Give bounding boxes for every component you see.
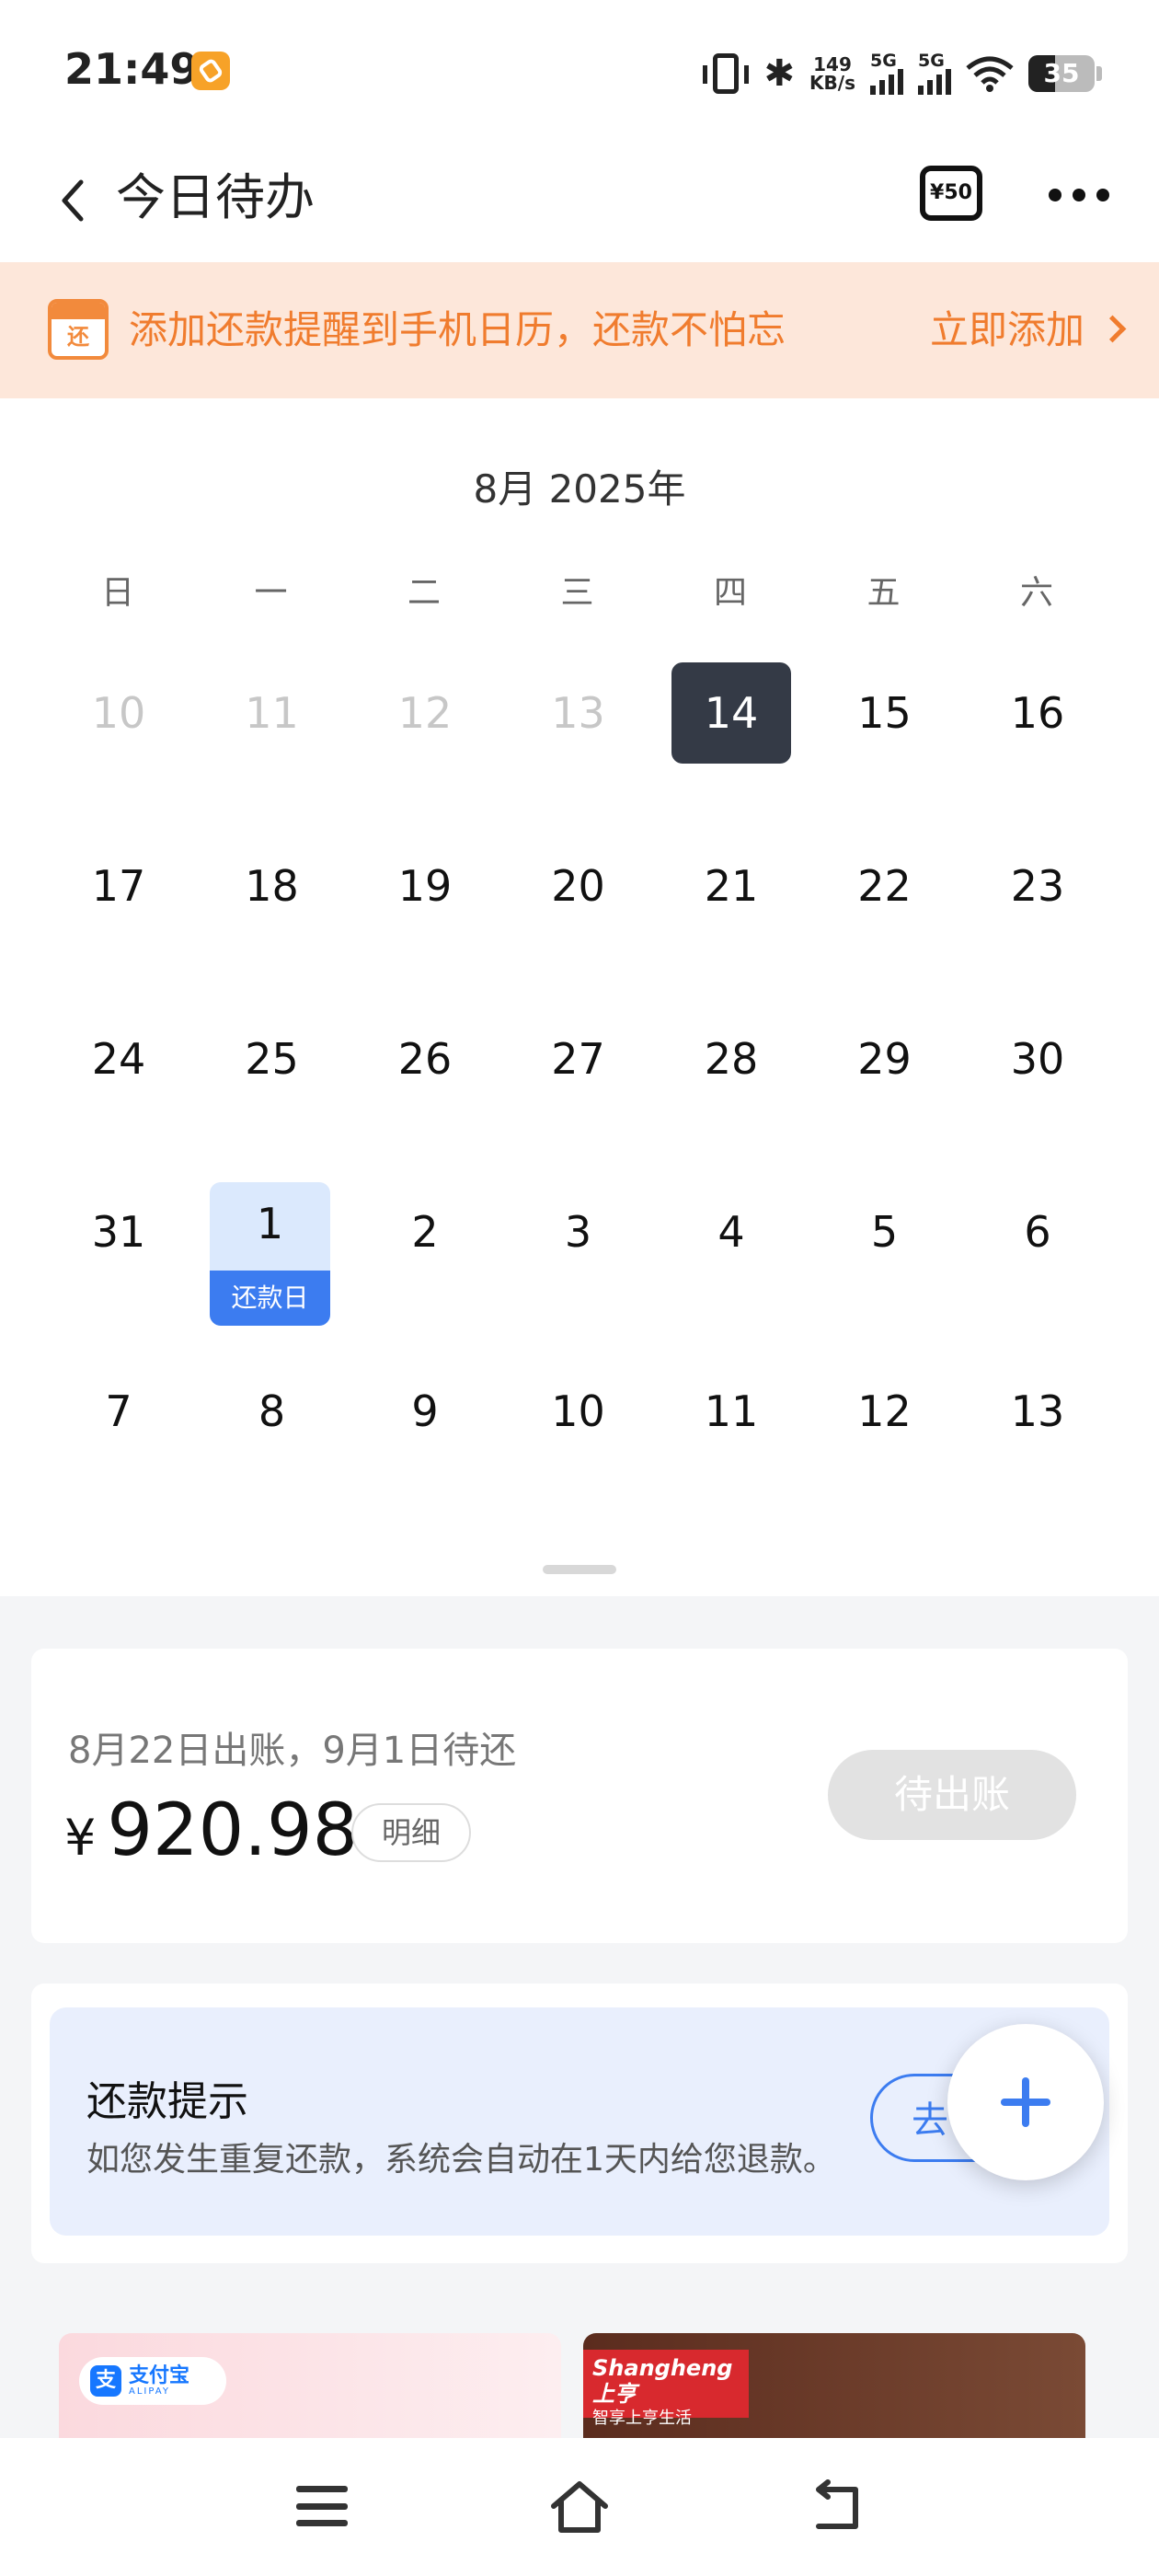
add-fab-button[interactable] <box>947 2024 1104 2180</box>
calendar-day[interactable]: 12 <box>825 1361 945 1462</box>
calendar-day: 11 <box>245 688 299 738</box>
system-nav-bar <box>0 2438 1159 2576</box>
alipay-logo: 支 支付宝 ALIPAY <box>79 2357 226 2405</box>
shangheng-logo: Shangheng上亨 智享上亨生活 <box>583 2350 749 2428</box>
weekday-header: 日 <box>100 574 134 612</box>
calendar-day[interactable]: 26 <box>365 1008 485 1110</box>
calendar-day[interactable]: 30 <box>978 1008 1097 1110</box>
calendar-day[interactable]: 21 <box>671 835 791 937</box>
page-title: 今日待办 <box>116 168 315 226</box>
calendar: 8月 2025年 日一二三四五六 10 11 12 13 14 15 16 17 18 19 20 2… <box>0 398 1159 1596</box>
calendar-day[interactable]: 24 <box>59 1008 178 1110</box>
vibrate-icon <box>702 53 749 94</box>
home-icon[interactable] <box>548 2475 611 2537</box>
chevron-right-icon <box>1098 315 1127 343</box>
calendar-day[interactable]: 4 <box>671 1181 791 1282</box>
weekday-header: 五 <box>866 574 901 612</box>
calendar-reminder-banner[interactable]: 还 添加还款提醒到手机日历，还款不怕忘 立即添加 <box>0 262 1159 398</box>
due-day-tag: 还款日 <box>210 1271 330 1326</box>
signal-icon: 5G <box>918 52 951 95</box>
more-icon[interactable] <box>1049 189 1109 201</box>
amount-value: 920.98 <box>107 1789 359 1872</box>
drag-handle[interactable] <box>543 1565 616 1574</box>
weekday-header: 四 <box>713 574 747 612</box>
calendar-badge-text: 还 <box>67 324 89 350</box>
weekday-header: 一 <box>254 574 288 612</box>
add-now-button[interactable]: 立即添加 <box>929 303 1127 358</box>
calendar-day[interactable]: 22 <box>825 835 945 937</box>
calendar-day[interactable]: 10 <box>519 1361 638 1462</box>
calendar-day[interactable]: 17 <box>59 835 178 937</box>
calendar-day[interactable]: 13 <box>978 1361 1097 1462</box>
calendar-day[interactable]: 6 <box>978 1181 1097 1282</box>
app-notification-icon <box>191 52 230 90</box>
calendar-day[interactable]: 20 <box>519 835 638 937</box>
calendar-day[interactable]: 15 <box>825 662 945 764</box>
notice-text: 如您发生重复还款，系统会自动在1天内给您退款。 <box>86 2141 836 2179</box>
detail-button[interactable]: 明细 <box>351 1803 471 1862</box>
pending-statement-button[interactable]: 待出账 <box>828 1750 1076 1840</box>
calendar-day[interactable]: 5 <box>825 1181 945 1282</box>
due-day-number: 1 <box>256 1199 284 1248</box>
sim1-label: 5G <box>870 51 897 71</box>
calendar-day[interactable]: 9 <box>365 1361 485 1462</box>
coupon-icon[interactable]: ¥50 <box>920 166 982 221</box>
header: 今日待办 ¥50 <box>0 138 1159 262</box>
bill-card: 8月22日出账，9月1日待还 ¥920.98 明细 待出账 <box>31 1649 1128 1943</box>
calendar-day[interactable]: 18 <box>212 835 332 937</box>
calendar-day[interactable]: 7 <box>59 1361 178 1462</box>
currency-symbol: ¥ <box>64 1809 97 1867</box>
shangheng-sub: 智享上亨生活 <box>592 2409 692 2428</box>
bluetooth-icon: ✱ <box>763 52 796 95</box>
back-icon[interactable] <box>53 173 92 228</box>
net-speed-unit: KB/s <box>809 72 855 94</box>
calendar-day: 10 <box>91 688 146 738</box>
notice-title: 还款提示 <box>86 2078 248 2125</box>
calendar-day-today[interactable]: 14 <box>671 662 791 764</box>
net-speed-value: 149 <box>813 53 852 75</box>
weekday-header: 三 <box>560 574 594 612</box>
due-day-cell[interactable]: 1 还款日 <box>210 1182 330 1326</box>
bill-description: 8月22日出账，9月1日待还 <box>68 1730 517 1772</box>
promo-card-shangheng[interactable]: Shangheng上亨 智享上亨生活 <box>583 2333 1085 2438</box>
weekday-header: 二 <box>407 574 441 612</box>
calendar-day[interactable]: 31 <box>59 1181 178 1282</box>
calendar-day[interactable]: 25 <box>212 1008 332 1110</box>
promo-card-alipay[interactable]: 支 支付宝 ALIPAY <box>59 2333 561 2438</box>
calendar-day[interactable]: 3 <box>519 1181 638 1282</box>
status-time: 21:49 <box>64 44 200 94</box>
back-nav-icon[interactable] <box>809 2478 866 2534</box>
calendar-day: 12 <box>397 688 453 738</box>
calendar-day[interactable]: 23 <box>978 835 1097 937</box>
bill-amount: ¥920.98 <box>64 1785 358 1884</box>
wifi-icon <box>966 56 1014 92</box>
status-bar: 21:49 ✱ 149 KB/s 5G 5G 35 <box>0 0 1159 138</box>
calendar-badge-icon: 还 <box>48 299 109 360</box>
alipay-name: 支付宝 <box>129 2363 190 2387</box>
signal-icon: 5G <box>870 52 903 95</box>
alipay-mark: 支 <box>90 2365 121 2397</box>
calendar-day[interactable]: 11 <box>671 1361 791 1462</box>
add-now-label: 立即添加 <box>929 307 1084 352</box>
calendar-day[interactable]: 16 <box>978 662 1097 764</box>
calendar-day[interactable]: 27 <box>519 1008 638 1110</box>
calendar-day[interactable]: 19 <box>365 835 485 937</box>
calendar-day[interactable]: 29 <box>825 1008 945 1110</box>
calendar-month-title: 8月 2025年 <box>473 466 686 512</box>
menu-icon[interactable] <box>296 2486 348 2526</box>
calendar-day[interactable]: 2 <box>365 1181 485 1282</box>
weekday-header: 六 <box>1019 574 1053 612</box>
calendar-day[interactable]: 8 <box>212 1361 332 1462</box>
battery-level: 35 <box>1043 58 1080 88</box>
net-speed: 149 KB/s <box>809 55 855 92</box>
banner-text: 添加还款提醒到手机日历，还款不怕忘 <box>129 307 786 352</box>
sim2-label: 5G <box>918 51 945 71</box>
battery-icon: 35 <box>1028 55 1102 92</box>
shangheng-title: Shangheng上亨 <box>592 2355 733 2407</box>
status-icons: ✱ 149 KB/s 5G 5G 35 <box>702 48 1102 99</box>
calendar-day[interactable]: 28 <box>671 1008 791 1110</box>
calendar-day: 13 <box>551 688 605 738</box>
alipay-sub: ALIPAY <box>129 2386 170 2397</box>
